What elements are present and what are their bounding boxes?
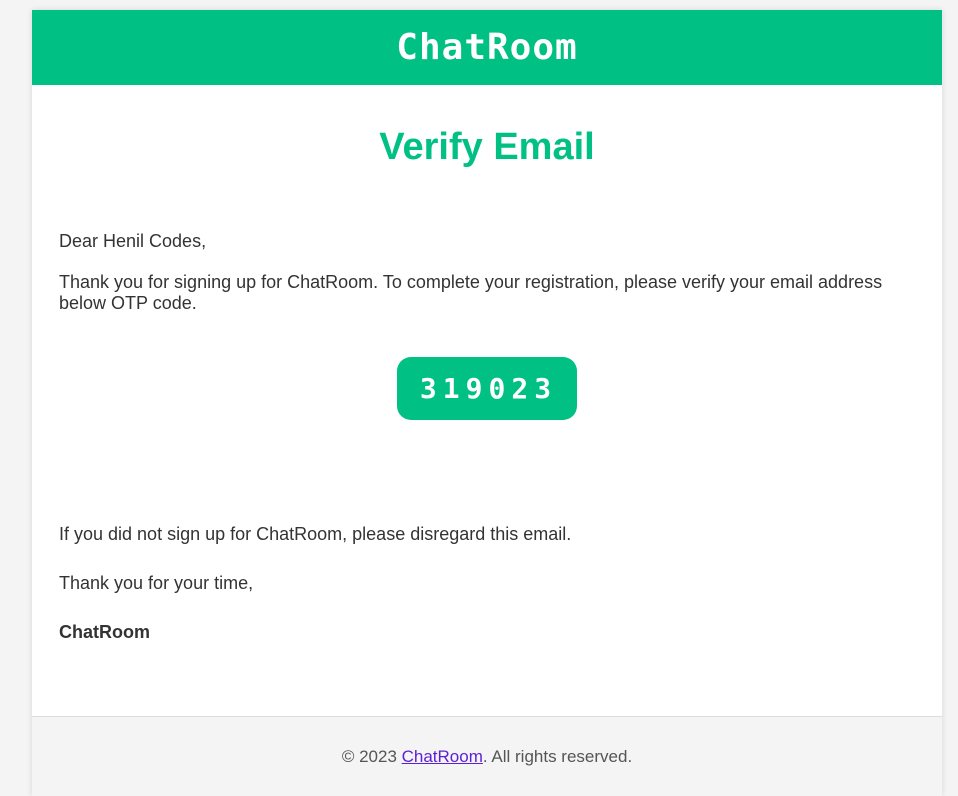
email-footer: © 2023 ChatRoom. All rights reserved. [32,716,942,796]
greeting-text: Dear Henil Codes, [59,231,207,251]
thanks-text: Thank you for your time, [59,573,254,593]
otp-container: 319023 [59,357,915,420]
disregard-text: If you did not sign up for ChatRoom, ple… [59,524,572,544]
intro-text: Thank you for signing up for ChatRoom. T… [59,272,883,313]
page-title: Verify Email [379,126,595,168]
brand-title: ChatRoom [396,27,578,68]
copyright-suffix: . All rights reserved. [482,747,633,766]
email-header: ChatRoom [32,10,942,85]
otp-code-badge: 319023 [396,357,578,420]
page: ChatRoom Verify Email Dear Henil Codes, … [0,0,958,796]
footer-chatroom-link[interactable]: ChatRoom [402,747,483,766]
email-card: ChatRoom Verify Email Dear Henil Codes, … [32,10,942,796]
email-body: Verify Email Dear Henil Codes, Thank you… [32,123,942,643]
copyright-prefix: © 2023 [341,747,402,766]
signature-text: ChatRoom [59,622,150,642]
